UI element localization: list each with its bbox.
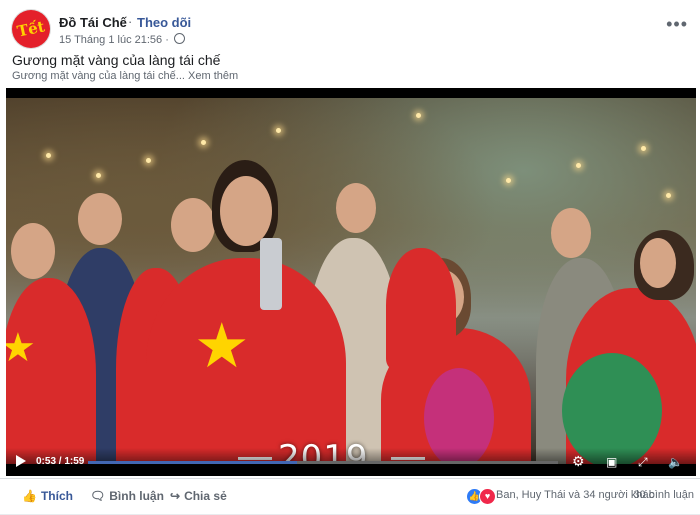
post-timestamp[interactable]: 15 Tháng 1 lúc 21:56 · (59, 33, 185, 46)
aluminum-can (260, 238, 282, 310)
person-head (336, 183, 376, 233)
like-label: Thích (40, 489, 73, 503)
see-more-link[interactable]: Xem thêm (188, 70, 238, 82)
avatar-logo-text: Tết (15, 17, 47, 41)
person-head (78, 193, 122, 245)
page-avatar[interactable]: Tết (12, 10, 50, 48)
picture-in-picture-icon[interactable]: ▣ (606, 455, 617, 469)
love-reaction-icon: ♥ (479, 488, 496, 505)
comments-count[interactable]: 30 bình luận (633, 489, 694, 501)
share-label: Chia sẻ (184, 489, 227, 503)
person-head (551, 208, 591, 258)
video-controls: 0:53 / 1:59 ⚙ ▣ ⤢ 🔈 (6, 448, 696, 476)
string-light (576, 163, 581, 168)
person-head (171, 198, 215, 252)
string-light (46, 153, 51, 158)
volume-icon[interactable]: 🔈 (668, 455, 683, 469)
person-figure (386, 248, 456, 368)
more-horizontal-icon[interactable]: ••• (666, 14, 688, 35)
comment-button[interactable]: 🗨 Bình luận (90, 489, 164, 503)
page-name-link[interactable]: Đồ Tái Chế (59, 15, 127, 30)
person-figure (6, 278, 96, 464)
star-icon: ★ (6, 326, 36, 370)
string-light (201, 140, 206, 145)
globe-icon (173, 33, 185, 44)
string-light (506, 178, 511, 183)
settings-gear-icon[interactable]: ⚙ (572, 453, 585, 470)
post-actions-bar: 👍 Thích 🗨 Bình luận ↪ Chia sẻ 👍 ♥ Ban, Huy … (0, 478, 700, 515)
string-light (96, 173, 101, 178)
post-card: Tết Đồ Tái Chế · Theo dõi 15 Tháng 1 lúc… (0, 0, 700, 514)
video-time: 0:53 / 1:59 (36, 456, 85, 467)
excerpt-text: Gương mặt vàng của làng tái chế... (12, 70, 185, 82)
share-button[interactable]: ↪ Chia sẻ (170, 489, 227, 503)
video-progress-fill (88, 461, 298, 464)
post-title: Gương mặt vàng của làng tái chế (12, 52, 221, 68)
string-light (146, 158, 151, 163)
reaction-icons[interactable]: 👍 ♥ (466, 488, 496, 505)
comment-bubble-icon: 🗨 (90, 489, 106, 503)
string-light (666, 193, 671, 198)
follow-button[interactable]: Theo dõi (137, 15, 191, 30)
reactions-summary[interactable]: Ban, Huy Thái và 34 người khác (496, 489, 654, 501)
string-light (276, 128, 281, 133)
video-player[interactable]: ★ ★ 2019 0:53 / 1:59 (6, 88, 696, 476)
timestamp-text: 15 Tháng 1 lúc 21:56 · (59, 34, 169, 46)
video-progress-bar[interactable] (88, 461, 558, 464)
person-head (11, 223, 55, 279)
string-light (416, 113, 421, 118)
video-frame: ★ ★ 2019 (6, 98, 696, 464)
fullscreen-icon[interactable]: ⤢ (638, 455, 648, 470)
person-head (220, 176, 272, 246)
person-head (640, 238, 676, 288)
thumbs-up-icon: 👍 (22, 489, 37, 503)
play-icon[interactable] (16, 455, 26, 467)
string-light (641, 146, 646, 151)
share-arrow-icon: ↪ (170, 489, 181, 503)
like-button[interactable]: 👍 Thích (22, 489, 73, 503)
post-header: Tết Đồ Tái Chế · Theo dõi 15 Tháng 1 lúc… (12, 10, 692, 50)
star-icon: ★ (194, 312, 250, 381)
comment-label: Bình luận (109, 489, 164, 503)
post-excerpt: Gương mặt vàng của làng tái chế... Xem t… (12, 70, 238, 82)
separator-dot: · (128, 14, 133, 29)
